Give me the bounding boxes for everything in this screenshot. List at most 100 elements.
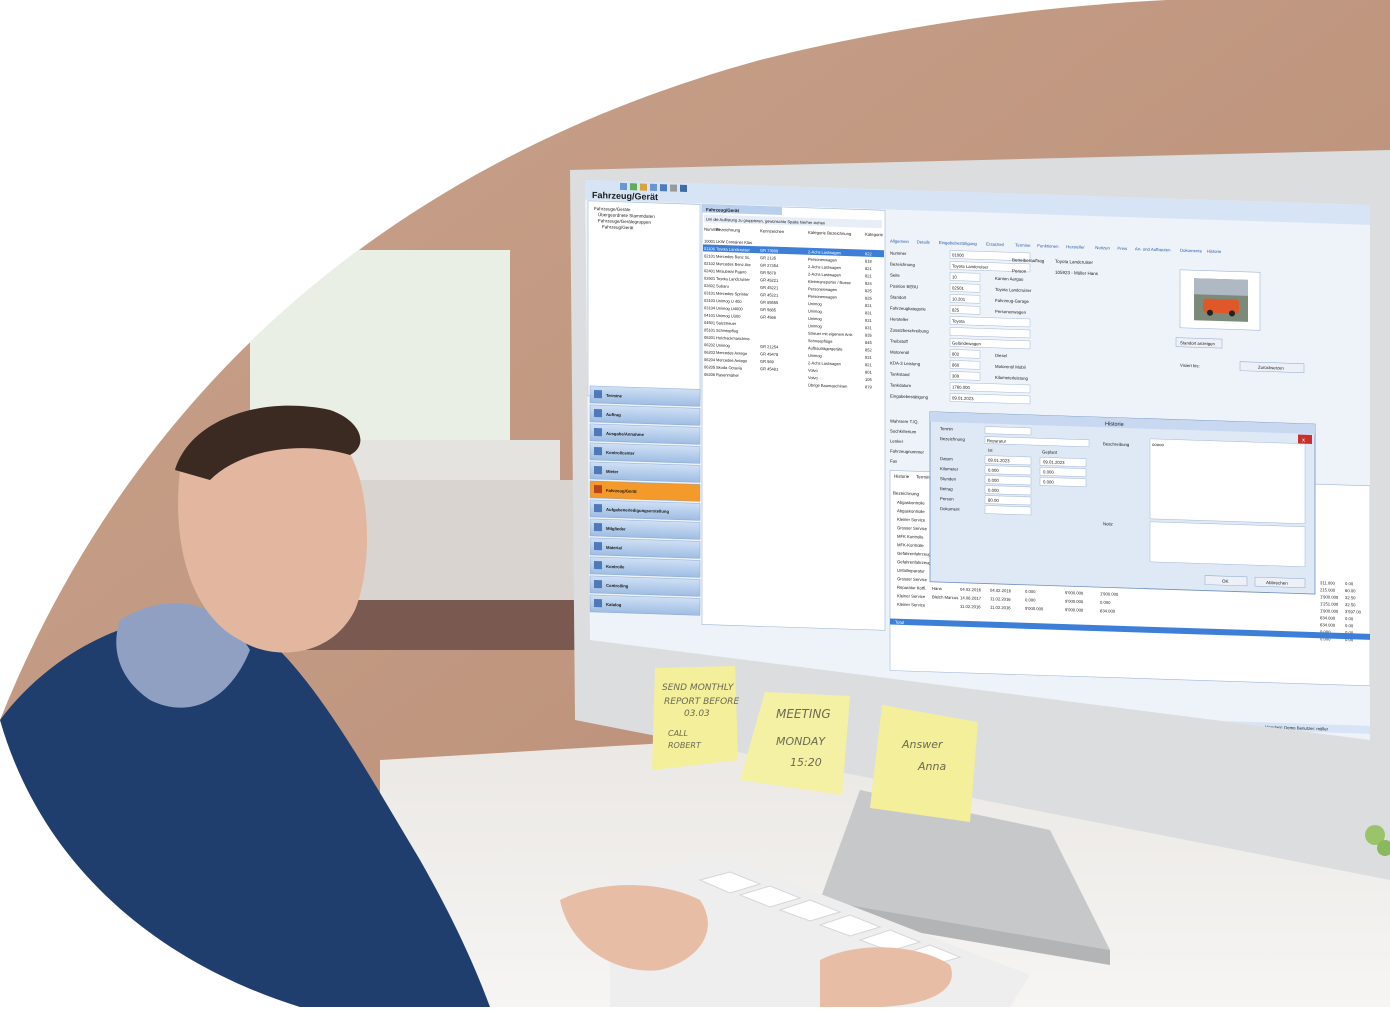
history-extra-4: 1'900.000 [1320,608,1339,614]
detail-label-4: Standort [890,294,907,300]
detail-tab-5[interactable]: Funktionen [1037,243,1059,249]
dialog-row-label-2: Stunden [940,476,957,482]
navigation-bar: TermineAuftragAusgabe/AnnahmeKontrollcen… [589,385,701,616]
dialog-geplant-value-2: 0.000 [1043,479,1054,484]
nav-icon-1 [594,409,602,418]
detail-tab-1[interactable]: Details [917,239,930,244]
detail-extra-10: Motorenöl Mobil [995,364,1026,370]
nav-label-0: Termine [606,393,623,399]
list-cell-6-1: Subaru [716,283,729,288]
history-cell-5-0: MFK-Kontrolle [897,542,924,548]
detail-tab-11[interactable]: Historie [1207,249,1222,254]
history-col-label: Bezeichnung [893,491,920,497]
list-cell-8-3: Unimog [808,301,822,306]
detail-tab-0[interactable]: Allgemein [890,238,909,244]
detail-tab-4[interactable]: Termine [1015,242,1031,248]
list-cell-3-4: 821 [865,266,872,271]
history-cell-11-1: Bleich Marcus [932,594,958,600]
detail-value-12: 1760.000 [952,384,971,390]
visiert-label: Visiert bis: [1180,363,1200,369]
list-cell-9-2: GR 5885 [760,307,777,313]
detail-value-4: 10.201 [952,296,966,301]
list-cell-18-1: Rasenmäher [716,372,740,378]
list-cell-15-3: Unimog [808,353,822,358]
detail-tab-7[interactable]: Notizen [1095,245,1110,250]
detail-tab-2[interactable]: Eingabebestätigung [939,240,978,246]
dialog-notiz-input[interactable] [1149,521,1306,567]
dialog-close-button[interactable] [1298,434,1312,444]
nav-icon-11 [594,599,602,608]
list-cell-15-4: 831 [865,355,872,360]
history-cell-12-4: 9'000.000 [1025,606,1044,612]
list-cell-7-0: 03101 [704,290,716,295]
history-extra2-0: 0.00 [1345,581,1354,586]
history-extra-2: 1'900.000 [1320,594,1339,600]
detail-value-5: 825 [952,307,960,312]
dialog-termin-select[interactable] [984,426,1032,436]
list-cell-10-1: Unimog U300 [716,313,741,319]
dialog-ist-input-5[interactable] [984,505,1032,516]
history-cell-10-0: Reparatur Kotfl. [897,585,926,591]
list-cell-16-4: 821 [865,362,872,367]
history-cell-1-0: Abgaskontrolle [897,508,925,514]
list-cell-18-3: Volvo [808,375,819,380]
detail-tabs: Allgemein Details Eingabebestätigung Ersatz… [890,238,1222,254]
dialog-beschreibung-input[interactable] [1149,438,1306,524]
history-dialog: Historie x Termin Bezeichnung Reparatur … [929,411,1316,595]
detail-label-10: KDA-3 Leistung [890,360,921,366]
nav-label-1: Auftrag [606,412,621,417]
list-col-4: Kategorie [865,232,884,238]
nav-icon-10 [594,580,602,589]
detail-label-2: Seite [890,272,900,277]
detail-label-3: Position BEBU [890,283,918,289]
list-cell-8-1: Unimog U 400 [716,298,742,304]
history-cell-12-0: Kleiner Service [897,602,926,608]
history-cell-11-5: 9'000.000 [1065,599,1084,605]
detail-value-3: 02501 [952,285,965,290]
list-cell-16-1: Mercedes Antego [716,357,748,363]
dialog-geplant-label: Geplant [1042,449,1058,455]
reset-button-label: Zurücksetzen [1258,365,1284,371]
dialog-beschreibung-label: Beschreibung [1103,441,1130,447]
list-cell-3-3: 2-Achs Lastwagen [808,264,841,270]
detail-extra-11: Kilometerleistung [995,375,1029,381]
history-cell-10-6: 1'900.000 [1100,591,1119,597]
detail-tab-6[interactable]: Hersteller [1066,244,1085,250]
list-cell-4-3: 2-Achs Lastwagen [808,271,841,277]
detail-input-7[interactable] [949,327,1031,339]
list-cell-8-2: GR 85555 [760,300,779,306]
detail-label-13: Eingabebestätigung [890,393,929,399]
dialog-bezeichnung-label: Bezeichnung [940,436,965,442]
detail-tab-10[interactable]: Dokumente [1180,248,1203,254]
history-tab-0[interactable]: Historie [894,474,910,480]
dialog-ist-value-3: 0.000 [988,488,999,493]
detail-tab-3[interactable]: Ersatzteil [986,242,1004,248]
dialog-cancel-label: Abbrechen [1266,580,1288,586]
history-cell-11-2: 14.06.2017 [960,595,982,601]
nav-label-3: Kontrollcenter [606,450,635,456]
detail-tab-9[interactable]: An- und Aufbauten [1135,246,1171,252]
lower-label-3: Fahrzeugnummer [890,448,924,454]
history-total: Total [895,620,904,625]
vehicle-photo [1179,269,1261,331]
dialog-title: Historie [1105,421,1124,428]
detail-label-0: Nummer [890,250,907,256]
detail-value-11: 300 [952,373,960,378]
history-extra2-5: 0.00 [1345,616,1354,621]
history-cell-12-6: 634.000 [1100,608,1116,614]
dialog-notiz-label: Notiz [1103,521,1113,526]
list-cell-14-1: Unimog [716,343,730,348]
list-cell-16-0: 06204 [704,357,716,362]
list-cell-4-1: Mitsubishi Pajero [716,269,747,275]
list-cell-8-0: 03103 [704,298,716,303]
dialog-geplant-value-1: 0.000 [1043,469,1054,474]
detail-tab-8[interactable]: Preis [1117,246,1127,251]
dialog-ok-label: OK [1222,579,1229,584]
detail-label-5: Fahrzeugkategorie [890,305,926,311]
tree-item-3[interactable]: Fahrzeug/Gerät [602,224,634,230]
list-cell-10-3: Unimog [808,316,822,321]
list-cell-11-3: Unimog [808,323,822,328]
history-cell-3-0: Grosser Service [897,525,928,531]
list-cell-13-3: Schneepflüge [808,338,833,344]
detail-value-8: Geländewagen [952,340,982,346]
